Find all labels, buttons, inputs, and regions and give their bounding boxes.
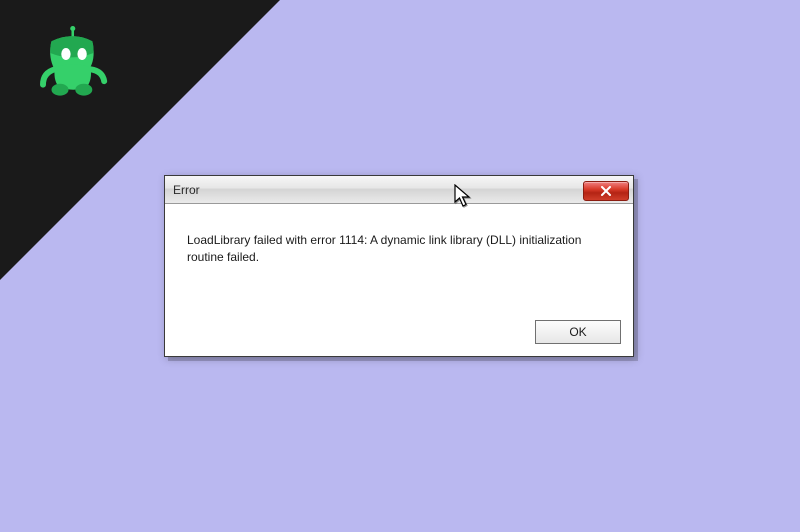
ok-button[interactable]: OK [535, 320, 621, 344]
robot-logo [26, 20, 111, 105]
stage: Error LoadLibrary failed with error 1114… [0, 0, 800, 532]
ok-button-label: OK [569, 325, 586, 339]
robot-icon [26, 20, 111, 105]
close-icon [600, 186, 612, 196]
dialog-title: Error [173, 183, 200, 197]
titlebar[interactable]: Error [165, 176, 633, 204]
error-message: LoadLibrary failed with error 1114: A dy… [187, 232, 607, 266]
error-dialog: Error LoadLibrary failed with error 1114… [164, 175, 634, 357]
dialog-body: LoadLibrary failed with error 1114: A dy… [165, 204, 633, 314]
dialog-footer: OK [165, 314, 633, 356]
close-button[interactable] [583, 181, 629, 201]
